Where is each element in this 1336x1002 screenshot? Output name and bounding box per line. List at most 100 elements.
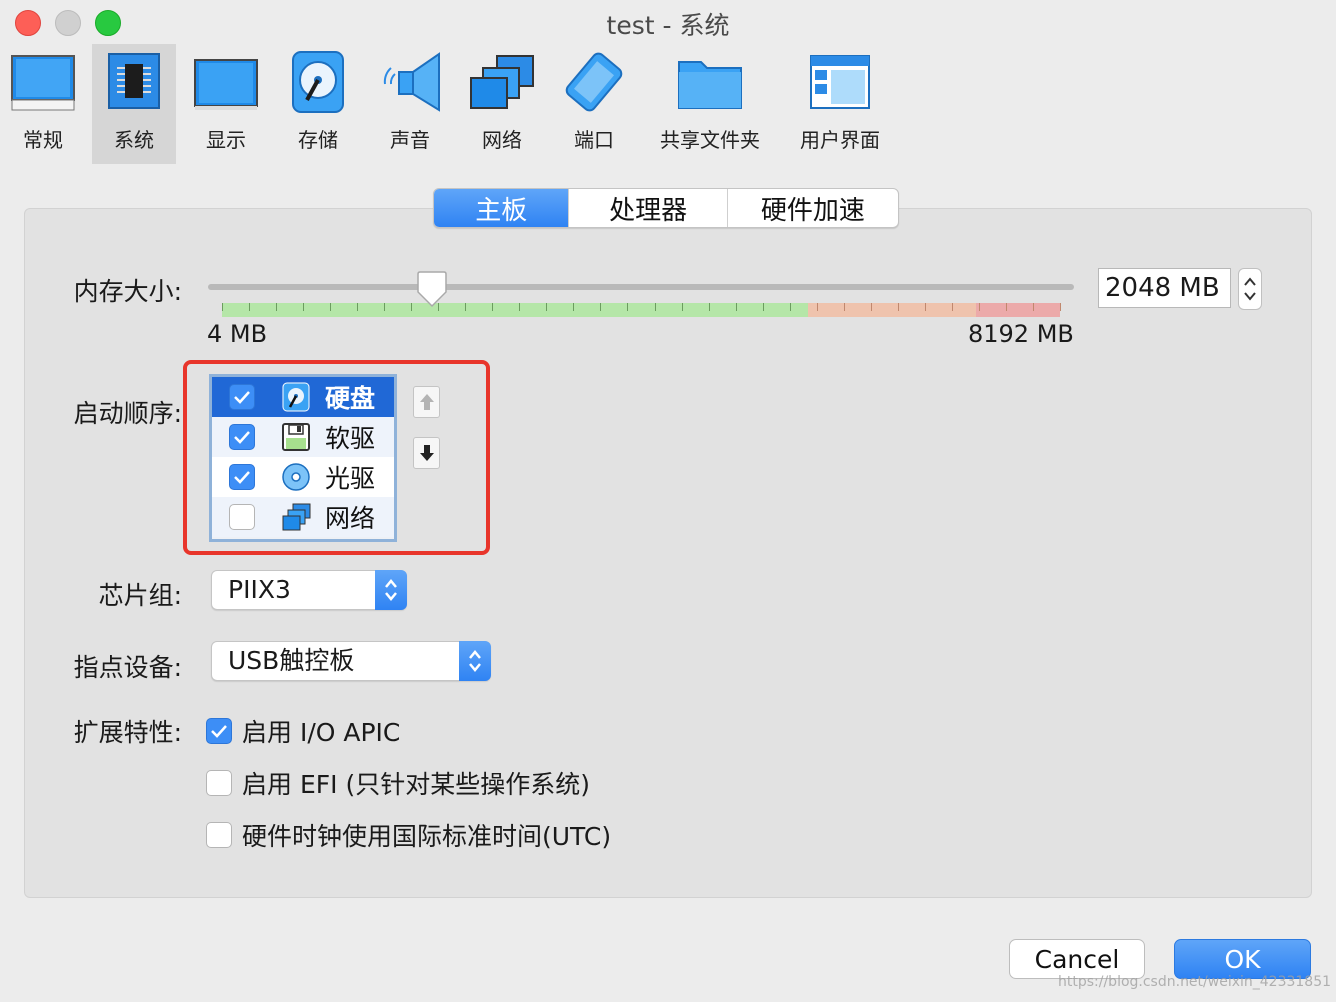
pointing-device-select[interactable]: USB触控板	[211, 641, 491, 681]
extended-features-label: 扩展特性:	[73, 718, 182, 747]
chip-icon	[103, 50, 165, 117]
tab-processor[interactable]: 处理器	[569, 189, 728, 227]
memory-tick	[762, 303, 764, 311]
ok-button[interactable]: OK	[1174, 939, 1311, 979]
toolbar-label: 常规	[23, 128, 63, 152]
speaker-icon	[377, 50, 443, 119]
boot-checkbox-floppy[interactable]	[229, 424, 255, 450]
chevron-up-down-icon	[459, 641, 491, 681]
toolbar-item-user-interface[interactable]: 用户界面	[790, 44, 890, 164]
utc-clock-checkbox[interactable]	[206, 822, 232, 848]
toolbar-item-storage[interactable]: 存储	[280, 44, 356, 164]
memory-tick	[1032, 303, 1034, 311]
toolbar-label: 存储	[298, 128, 338, 152]
memory-tick	[627, 303, 629, 311]
memory-tick	[1060, 303, 1061, 311]
network-icon	[469, 50, 535, 117]
boot-checkbox-optical[interactable]	[229, 464, 255, 490]
memory-tick	[492, 303, 494, 311]
efi-checkbox[interactable]	[206, 770, 232, 796]
toolbar-item-general[interactable]: 常规	[4, 44, 82, 164]
memory-slider-thumb[interactable]	[416, 270, 448, 312]
boot-item-network[interactable]: 网络	[212, 497, 394, 537]
toolbar-label: 共享文件夹	[660, 128, 760, 152]
memory-tick	[303, 303, 305, 311]
move-down-button[interactable]	[413, 437, 440, 469]
memory-tick	[411, 303, 413, 311]
floppy-icon	[281, 422, 311, 452]
boot-item-hard-disk[interactable]: 硬盘	[212, 377, 394, 417]
memory-input[interactable]: 2048 MB	[1098, 268, 1231, 308]
io-apic-label: 启用 I/O APIC	[242, 718, 401, 747]
memory-tick	[708, 303, 710, 311]
io-apic-option[interactable]: 启用 I/O APIC	[206, 713, 400, 749]
chipset-value: PIIX3	[228, 575, 291, 604]
memory-min-label: 4 MB	[207, 320, 268, 348]
memory-ticks	[222, 303, 1061, 317]
toolbar-item-system[interactable]: 系统	[92, 44, 176, 164]
cancel-button[interactable]: Cancel	[1009, 939, 1145, 979]
toolbar-item-display[interactable]: 显示	[186, 44, 266, 164]
efi-label: 启用 EFI (只针对某些操作系统)	[242, 770, 590, 799]
toolbar-label: 显示	[206, 128, 246, 152]
memory-tick	[600, 303, 602, 311]
display-icon	[193, 50, 259, 117]
chipset-select[interactable]: PIIX3	[211, 570, 407, 610]
efi-option[interactable]: 启用 EFI (只针对某些操作系统)	[206, 765, 590, 801]
toolbar-label: 网络	[482, 128, 522, 152]
utc-clock-option[interactable]: 硬件时钟使用国际标准时间(UTC)	[206, 817, 611, 853]
memory-tick	[735, 303, 737, 311]
utc-clock-label: 硬件时钟使用国际标准时间(UTC)	[242, 822, 612, 851]
memory-stepper[interactable]	[1238, 268, 1262, 310]
memory-tick	[789, 303, 791, 311]
move-up-button[interactable]	[413, 386, 440, 418]
memory-tick	[978, 303, 980, 311]
boot-item-label: 软驱	[325, 424, 376, 453]
memory-tick	[843, 303, 845, 311]
boot-item-label: 硬盘	[325, 384, 376, 413]
title-bar: test - 系统	[0, 0, 1336, 46]
toolbar-item-network[interactable]: 网络	[464, 44, 540, 164]
toolbar-label: 端口	[574, 128, 614, 152]
tab-bar: 主板 处理器 硬件加速	[433, 188, 899, 228]
boot-checkbox-network[interactable]	[229, 504, 255, 530]
memory-max-label: 8192 MB	[968, 320, 1074, 348]
optical-disc-icon	[281, 462, 311, 492]
memory-tick	[681, 303, 683, 311]
boot-checkbox-hard-disk[interactable]	[229, 384, 255, 410]
tab-motherboard[interactable]: 主板	[434, 189, 570, 227]
memory-tick	[465, 303, 467, 311]
memory-slider-track[interactable]	[208, 284, 1074, 290]
memory-tick	[1005, 303, 1007, 311]
monitor-general-icon	[10, 50, 76, 117]
settings-toolbar: 常规 系统 显示 存储 声音 网络 端口 共享文件夹 用户界面	[0, 44, 1336, 164]
memory-tick	[330, 303, 332, 311]
toolbar-item-audio[interactable]: 声音	[370, 44, 450, 164]
memory-tick	[654, 303, 656, 311]
memory-tick	[546, 303, 548, 311]
memory-tick	[384, 303, 386, 311]
pointing-device-value: USB触控板	[228, 646, 355, 675]
boot-item-optical[interactable]: 光驱	[212, 457, 394, 497]
memory-tick	[276, 303, 278, 311]
memory-tick	[897, 303, 899, 311]
user-interface-icon	[809, 50, 871, 117]
memory-tick	[924, 303, 926, 311]
boot-item-label: 光驱	[325, 464, 376, 493]
memory-tick	[222, 303, 223, 311]
memory-tick	[249, 303, 251, 311]
toolbar-label: 声音	[390, 128, 430, 152]
boot-item-floppy[interactable]: 软驱	[212, 417, 394, 457]
toolbar-item-ports[interactable]: 端口	[556, 44, 632, 164]
serial-port-icon	[561, 50, 627, 119]
memory-tick	[519, 303, 521, 311]
hard-disk-icon	[281, 382, 311, 412]
boot-order-label: 启动顺序:	[73, 399, 182, 428]
memory-tick	[573, 303, 575, 311]
tab-acceleration[interactable]: 硬件加速	[728, 189, 898, 227]
boot-item-label: 网络	[325, 504, 376, 533]
io-apic-checkbox[interactable]	[206, 718, 232, 744]
toolbar-item-shared-folders[interactable]: 共享文件夹	[652, 44, 768, 164]
memory-tick	[357, 303, 359, 311]
toolbar-label: 系统	[114, 128, 154, 152]
